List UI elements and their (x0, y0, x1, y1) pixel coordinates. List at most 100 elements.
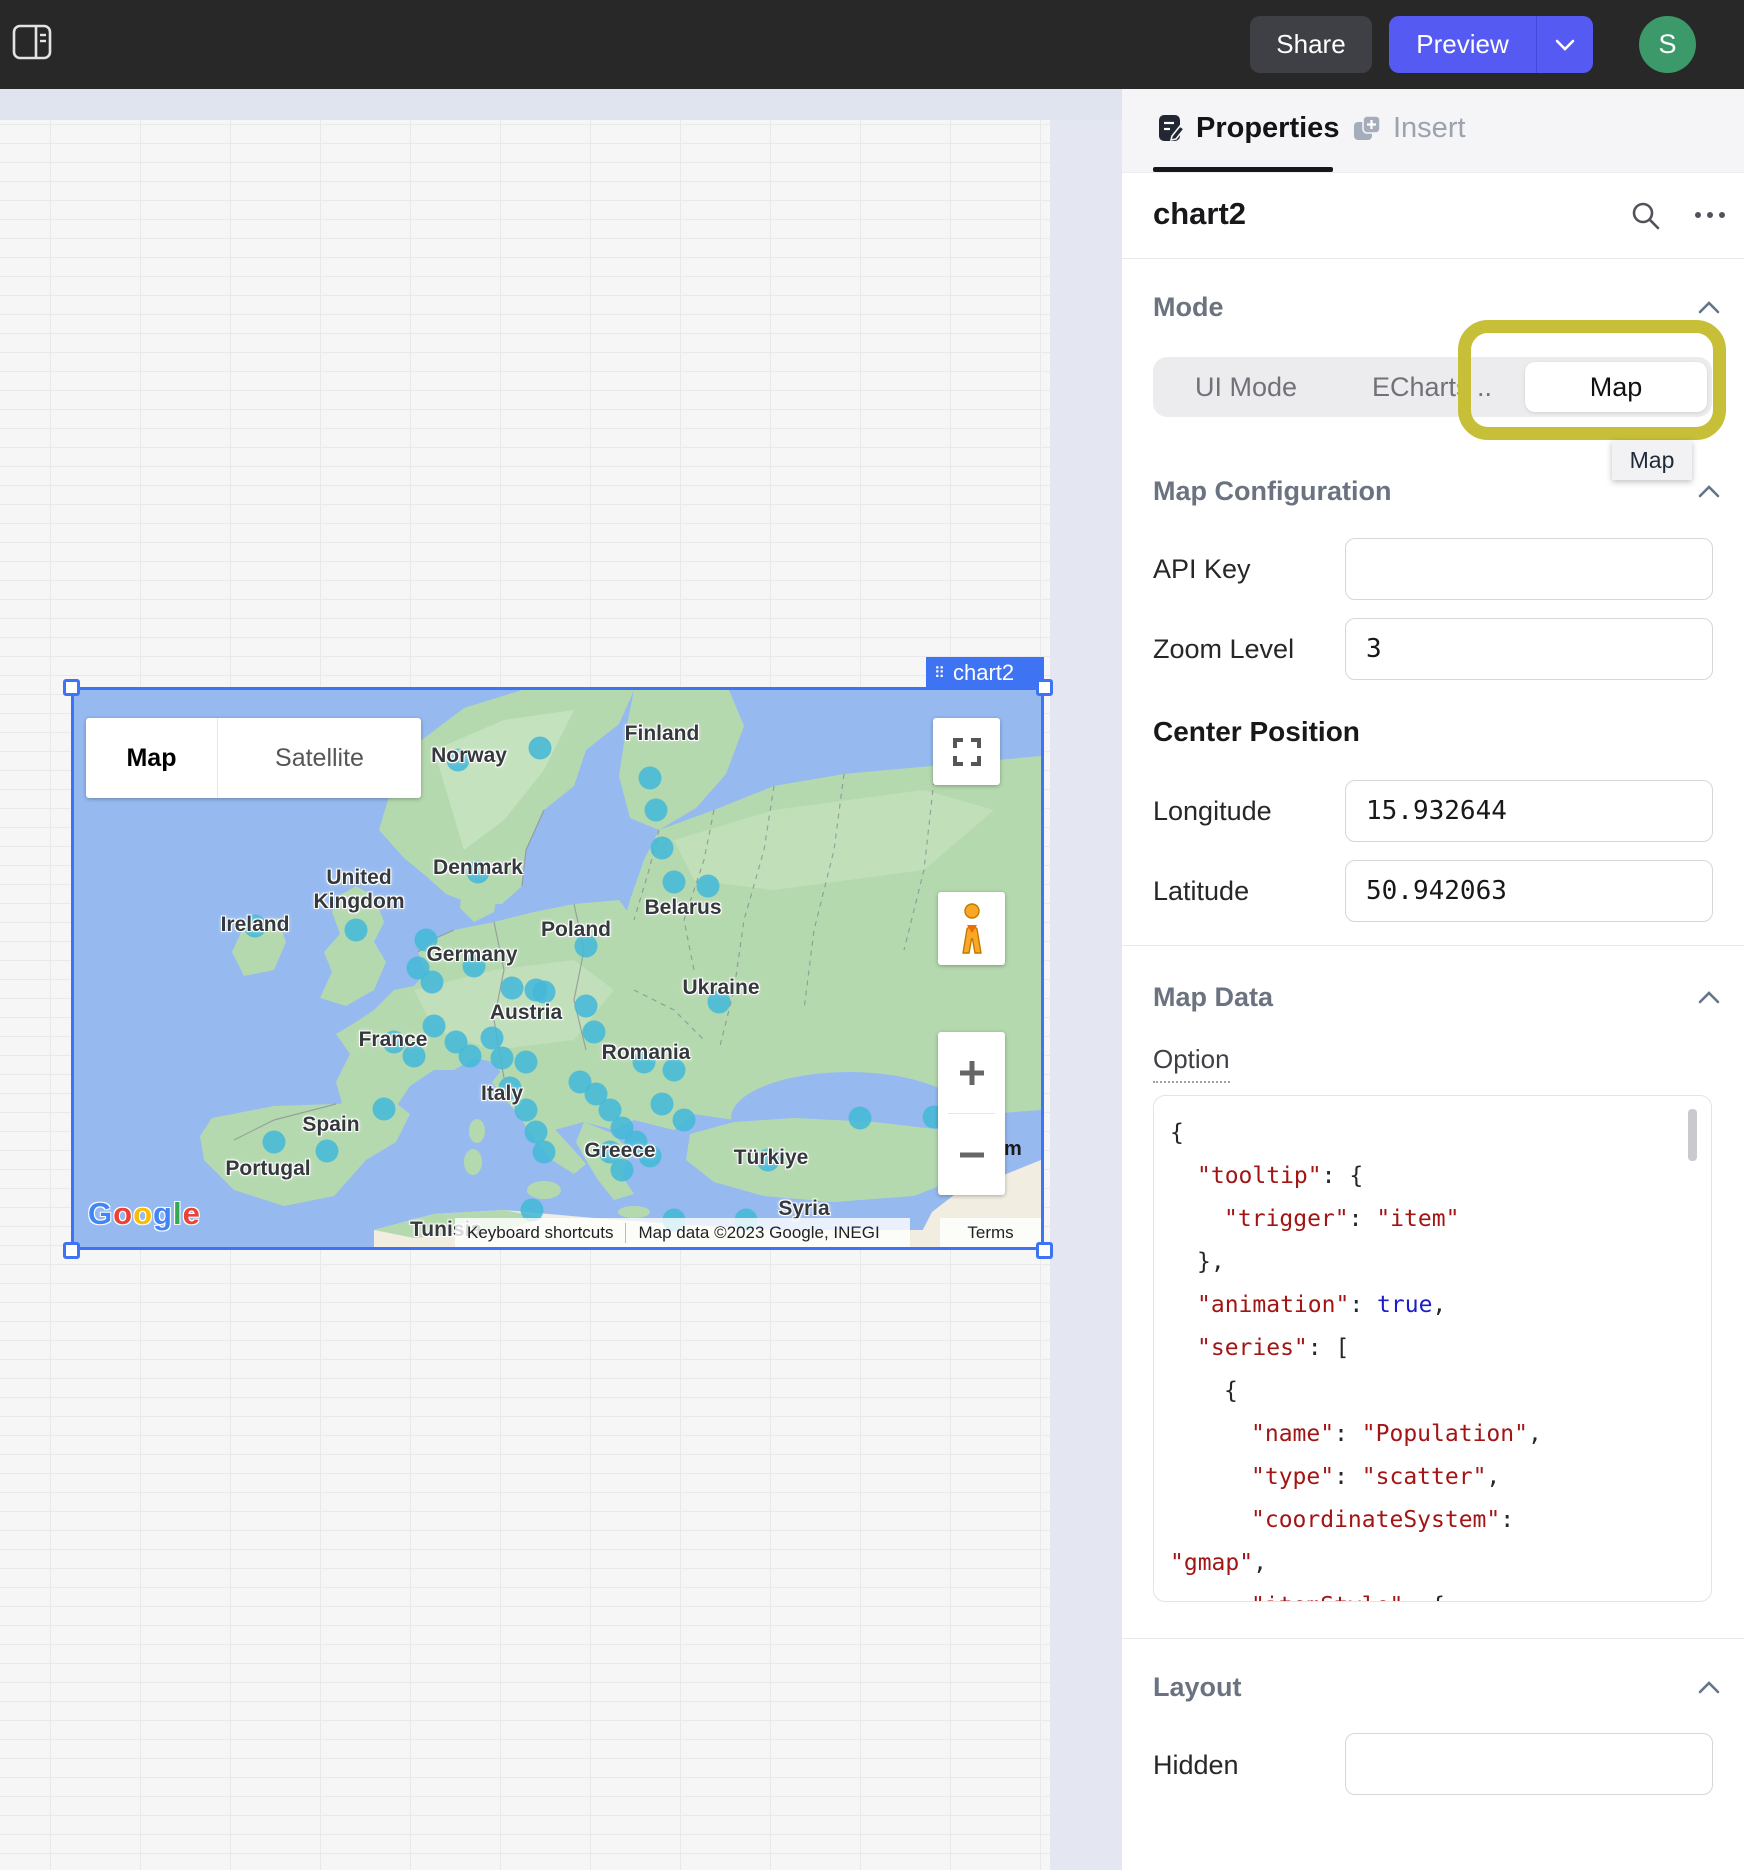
option-code-lines: {"tooltip": {"trigger": "item"},"animati… (1170, 1112, 1711, 1602)
option-code-editor[interactable]: {"tooltip": {"trigger": "item"},"animati… (1153, 1095, 1712, 1602)
terms-bar: Terms (940, 1218, 1041, 1247)
scatter-dot (651, 1093, 674, 1116)
map-data-attribution: Map data ©2023 Google, INEGI (626, 1223, 891, 1243)
scatter-dot (651, 837, 674, 860)
scatter-dot (383, 1031, 406, 1054)
code-line: { (1170, 1370, 1711, 1413)
terms-link[interactable]: Terms (967, 1223, 1013, 1243)
user-avatar[interactable]: S (1639, 16, 1696, 73)
code-line: "coordinateSystem": (1170, 1499, 1711, 1542)
resize-handle-top-right[interactable] (1036, 679, 1053, 696)
scatter-dot (663, 871, 686, 894)
scatter-dot (491, 1047, 514, 1070)
canvas-top-margin (0, 89, 1122, 120)
tab-insert[interactable]: Insert (1352, 112, 1466, 145)
scatter-dot (499, 1077, 522, 1100)
mode-segmented-control: UI Mode ECharts .. Map (1153, 357, 1712, 417)
code-line: "gmap", (1170, 1542, 1711, 1585)
fullscreen-icon (951, 736, 983, 768)
properties-icon (1158, 114, 1185, 144)
scatter-dot (423, 1015, 446, 1038)
api-key-label: API Key (1153, 554, 1251, 585)
collapse-chevron-icon[interactable] (1698, 484, 1720, 498)
layout-section-header: Layout (1153, 1672, 1242, 1703)
longitude-input[interactable] (1345, 780, 1713, 842)
map-tooltip: Map (1612, 440, 1692, 480)
code-line: "trigger": "item" (1170, 1198, 1711, 1241)
map-type-satellite-button[interactable]: Satellite (218, 718, 421, 798)
scatter-dot (403, 1045, 426, 1068)
chart-badge-label: chart2 (953, 660, 1014, 686)
zoom-control (938, 1032, 1005, 1195)
code-line: "tooltip": { (1170, 1155, 1711, 1198)
hidden-input[interactable] (1345, 1733, 1713, 1795)
active-tab-underline (1153, 167, 1333, 172)
scatter-dot (467, 861, 490, 884)
tab-properties[interactable]: Properties (1158, 112, 1339, 145)
scatter-dot (849, 1107, 872, 1130)
preview-dropdown-button[interactable] (1536, 16, 1593, 73)
keyboard-shortcuts-link[interactable]: Keyboard shortcuts (455, 1223, 625, 1243)
google-map[interactable]: FinlandNorwayDenmarkUnited KingdomIrelan… (74, 690, 1041, 1247)
latitude-input[interactable] (1345, 860, 1713, 922)
attribution-bar: Keyboard shortcuts Map data ©2023 Google… (455, 1218, 910, 1247)
scatter-dot (697, 875, 720, 898)
divider (1122, 945, 1744, 946)
scatter-dot (459, 1045, 482, 1068)
google-logo-letter: o (113, 1196, 133, 1231)
scatter-dot (673, 1109, 696, 1132)
preview-split-button: Preview (1389, 16, 1593, 73)
collapse-chevron-icon[interactable] (1698, 1680, 1720, 1694)
mode-option-ui[interactable]: UI Mode (1153, 372, 1339, 403)
map-widget[interactable]: FinlandNorwayDenmarkUnited KingdomIrelan… (71, 687, 1044, 1250)
chart-drag-badge[interactable]: ⠿ chart2 (926, 657, 1044, 688)
mode-option-map[interactable]: Map (1525, 362, 1707, 412)
share-button[interactable]: Share (1250, 16, 1372, 73)
panel-title: chart2 (1153, 196, 1246, 232)
mode-option-echarts[interactable]: ECharts .. (1339, 372, 1525, 403)
resize-handle-top-left[interactable] (63, 679, 80, 696)
chevron-down-icon (1555, 39, 1575, 51)
map-type-map-button[interactable]: Map (86, 718, 218, 798)
scatter-dot (316, 1140, 339, 1163)
canvas-panel-gutter (1050, 120, 1122, 1870)
code-scrollbar-thumb[interactable] (1688, 1109, 1697, 1161)
scatter-dot (415, 929, 438, 952)
code-line: "type": "scatter", (1170, 1456, 1711, 1499)
google-logo-letter: o (133, 1196, 153, 1231)
pegman-button[interactable] (938, 892, 1005, 965)
sidebar-toggle-icon[interactable] (12, 24, 52, 60)
google-logo-letter: l (173, 1196, 183, 1231)
hidden-label: Hidden (1153, 1750, 1239, 1781)
code-line: "animation": true, (1170, 1284, 1711, 1327)
scatter-dot (645, 799, 668, 822)
scatter-dot (533, 1141, 556, 1164)
scatter-dot (345, 919, 368, 942)
code-line: "series": [ (1170, 1327, 1711, 1370)
scatter-dot (639, 767, 662, 790)
fullscreen-button[interactable] (933, 718, 1000, 785)
api-key-input[interactable] (1345, 538, 1713, 600)
zoom-out-button[interactable] (938, 1114, 1005, 1195)
collapse-chevron-icon[interactable] (1698, 990, 1720, 1004)
code-line: { (1170, 1112, 1711, 1155)
latitude-label: Latitude (1153, 876, 1249, 907)
google-logo[interactable]: Google (88, 1196, 201, 1232)
scatter-dot (757, 1149, 780, 1172)
map-type-control: Map Satellite (86, 718, 421, 798)
preview-button[interactable]: Preview (1389, 16, 1536, 73)
zoom-level-input[interactable] (1345, 618, 1713, 680)
scatter-dot (633, 1051, 656, 1074)
scatter-dot (263, 1131, 286, 1154)
scatter-dot (583, 1021, 606, 1044)
collapse-chevron-icon[interactable] (1698, 300, 1720, 314)
code-line: }, (1170, 1241, 1711, 1284)
scatter-dot (611, 1159, 634, 1182)
option-label: Option (1153, 1044, 1230, 1083)
resize-handle-bottom-right[interactable] (1036, 1242, 1053, 1259)
zoom-in-button[interactable] (938, 1032, 1005, 1113)
divider (1122, 258, 1744, 259)
search-icon[interactable] (1630, 200, 1660, 230)
resize-handle-bottom-left[interactable] (63, 1242, 80, 1259)
more-options-icon[interactable] (1693, 210, 1727, 220)
